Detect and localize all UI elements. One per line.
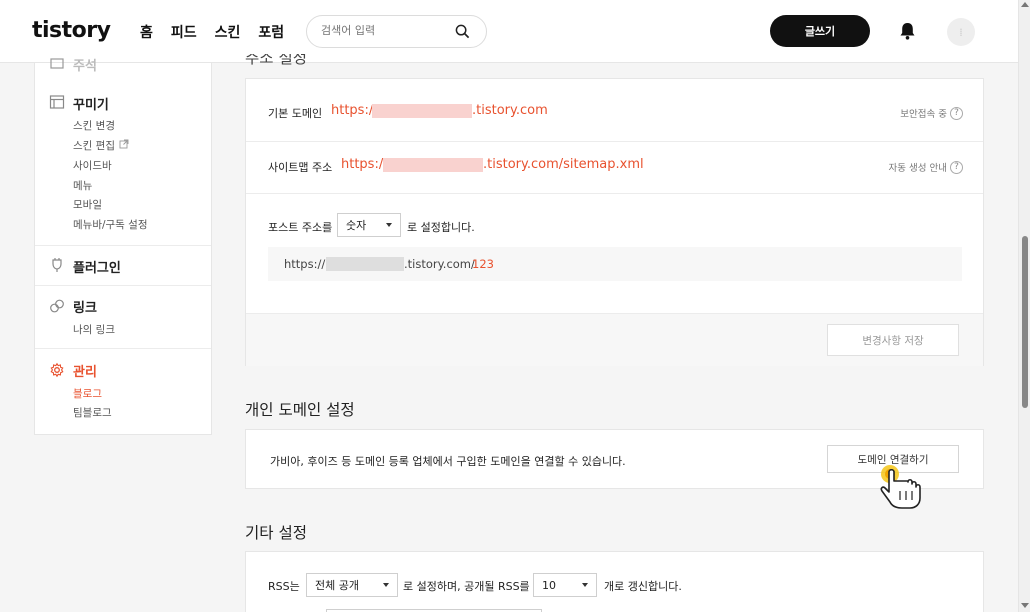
search-icon[interactable] [455, 24, 470, 39]
divider [246, 193, 983, 194]
plug-icon [52, 258, 62, 272]
preview-number: 123 [472, 257, 494, 271]
post-url-preview: https:// .tistory.com/ 123 [268, 247, 962, 281]
chevron-down-icon [582, 583, 588, 587]
save-bar: 변경사항 저장 [246, 313, 983, 366]
post-address-label: 포스트 주소를 [268, 221, 333, 234]
rss-mid-text: 로 설정하며, 공개될 RSS를 [403, 580, 530, 593]
avatar[interactable]: ⁞ [947, 18, 975, 46]
admin-sidebar: 주석 꾸미기 스킨 변경 스킨 편집 사이드바 메뉴 모바일 메뉴바/구독 설정… [34, 58, 212, 435]
secure-help[interactable]: 보안접속 중 ? [900, 106, 963, 120]
sitemap-prefix: https:// [341, 157, 388, 172]
nav-skin[interactable]: 스킨 [215, 22, 241, 42]
external-link-icon [119, 139, 129, 149]
chevron-down-icon [383, 583, 389, 587]
basic-domain-prefix: https:// [331, 103, 378, 118]
preview-suffix: .tistory.com/ [404, 257, 475, 271]
address-settings-panel: 기본 도메인 https:// .tistory.com 보안접속 중 ? 사이… [245, 78, 984, 366]
page-scrollbar[interactable] [1018, 0, 1030, 612]
custom-domain-panel: 가비아, 후이즈 등 도메인 등록 업체에서 구입한 도메인을 연결할 수 있습… [245, 429, 984, 489]
bell-icon[interactable] [899, 22, 916, 40]
sitemap-help[interactable]: 자동 생성 안내 ? [889, 160, 963, 174]
masked-blog-id [383, 158, 483, 172]
sidebar-section-plugin: 플러그인 [35, 245, 211, 285]
nav-feed[interactable]: 피드 [171, 22, 197, 42]
scroll-up-icon[interactable] [1021, 2, 1029, 7]
hand-cursor-icon [876, 462, 932, 518]
rss-suffix-text: 개로 갱신합니다. [604, 580, 682, 593]
save-changes-button[interactable]: 변경사항 저장 [827, 324, 959, 356]
post-address-suffix: 로 설정합니다. [407, 221, 475, 234]
layout-icon [49, 95, 65, 109]
masked-blog-id [372, 104, 472, 118]
tistory-logo[interactable]: tistory [32, 18, 111, 43]
chevron-down-icon [386, 223, 392, 227]
sidebar-item-mobile[interactable]: 모바일 [73, 197, 102, 212]
help-icon[interactable]: ? [950, 160, 963, 174]
post-address-select[interactable]: 숫자 [337, 213, 401, 237]
nav-home[interactable]: 홈 [140, 22, 153, 42]
sitemap-suffix: .tistory.com/sitemap.xml [483, 157, 644, 172]
search-box[interactable] [306, 15, 487, 48]
other-settings-panel: RSS는 전체 공개 로 설정하며, 공개될 RSS를 10 개로 갱신합니다. [245, 551, 984, 612]
custom-domain-title: 개인 도메인 설정 [245, 401, 355, 419]
sidebar-item-team-blog[interactable]: 팀블로그 [73, 405, 112, 420]
basic-domain-label: 기본 도메인 [268, 107, 323, 120]
rss-visibility-value: 전체 공개 [315, 579, 359, 592]
scroll-thumb[interactable] [1022, 236, 1028, 408]
write-button[interactable]: 글쓰기 [770, 15, 870, 47]
other-settings-title: 기타 설정 [245, 524, 307, 542]
sidebar-head-decorate[interactable]: 꾸미기 [73, 94, 109, 113]
post-address-select-value: 숫자 [346, 219, 367, 232]
sidebar-section-link: 링크 나의 링크 [35, 285, 211, 348]
sidebar-head-manage[interactable]: 관리 [73, 361, 97, 380]
gear-icon [50, 362, 64, 378]
sidebar-item-my-link[interactable]: 나의 링크 [73, 322, 115, 337]
sidebar-head-link[interactable]: 링크 [73, 297, 97, 316]
sitemap-label: 사이트맵 주소 [268, 161, 333, 174]
masked-blog-id [326, 257, 404, 271]
sitemap-help-label: 자동 생성 안내 [888, 163, 947, 174]
help-icon[interactable]: ? [950, 106, 963, 120]
search-input[interactable] [321, 24, 451, 37]
link-icon [50, 299, 64, 313]
nav-forum[interactable]: 포럼 [258, 22, 284, 42]
sidebar-item-menu[interactable]: 메뉴 [73, 178, 92, 193]
preview-prefix: https:// [284, 257, 326, 271]
main-nav: 홈 피드 스킨 포럼 [140, 22, 284, 42]
scroll-down-icon[interactable] [1021, 603, 1029, 608]
sidebar-head-plugin[interactable]: 플러그인 [73, 257, 121, 276]
sidebar-item-sidebar[interactable]: 사이드바 [73, 158, 112, 173]
comment-icon [50, 58, 64, 69]
sidebar-item-skin-change[interactable]: 스킨 변경 [73, 118, 115, 133]
basic-domain-suffix: .tistory.com [472, 103, 548, 118]
custom-domain-desc: 가비아, 후이즈 등 도메인 등록 업체에서 구입한 도메인을 연결할 수 있습… [270, 455, 626, 468]
sidebar-partial-item[interactable]: 주석 [73, 55, 97, 74]
sidebar-item-skin-edit[interactable]: 스킨 편집 [73, 138, 115, 153]
sidebar-item-menubar[interactable]: 메뉴바/구독 설정 [73, 217, 148, 232]
rss-visibility-select[interactable]: 전체 공개 [306, 573, 398, 597]
rss-count-select[interactable]: 10 [533, 573, 597, 597]
rss-label: RSS는 [268, 580, 300, 593]
top-header: tistory 홈 피드 스킨 포럼 글쓰기 ⁞ [0, 0, 1018, 63]
sidebar-item-blog[interactable]: 블로그 [73, 386, 102, 401]
rss-count-value: 10 [542, 578, 556, 592]
sidebar-section-manage: 관리 블로그 팀블로그 [35, 348, 211, 434]
secure-help-label: 보안접속 중 [900, 109, 947, 120]
divider [246, 141, 983, 142]
